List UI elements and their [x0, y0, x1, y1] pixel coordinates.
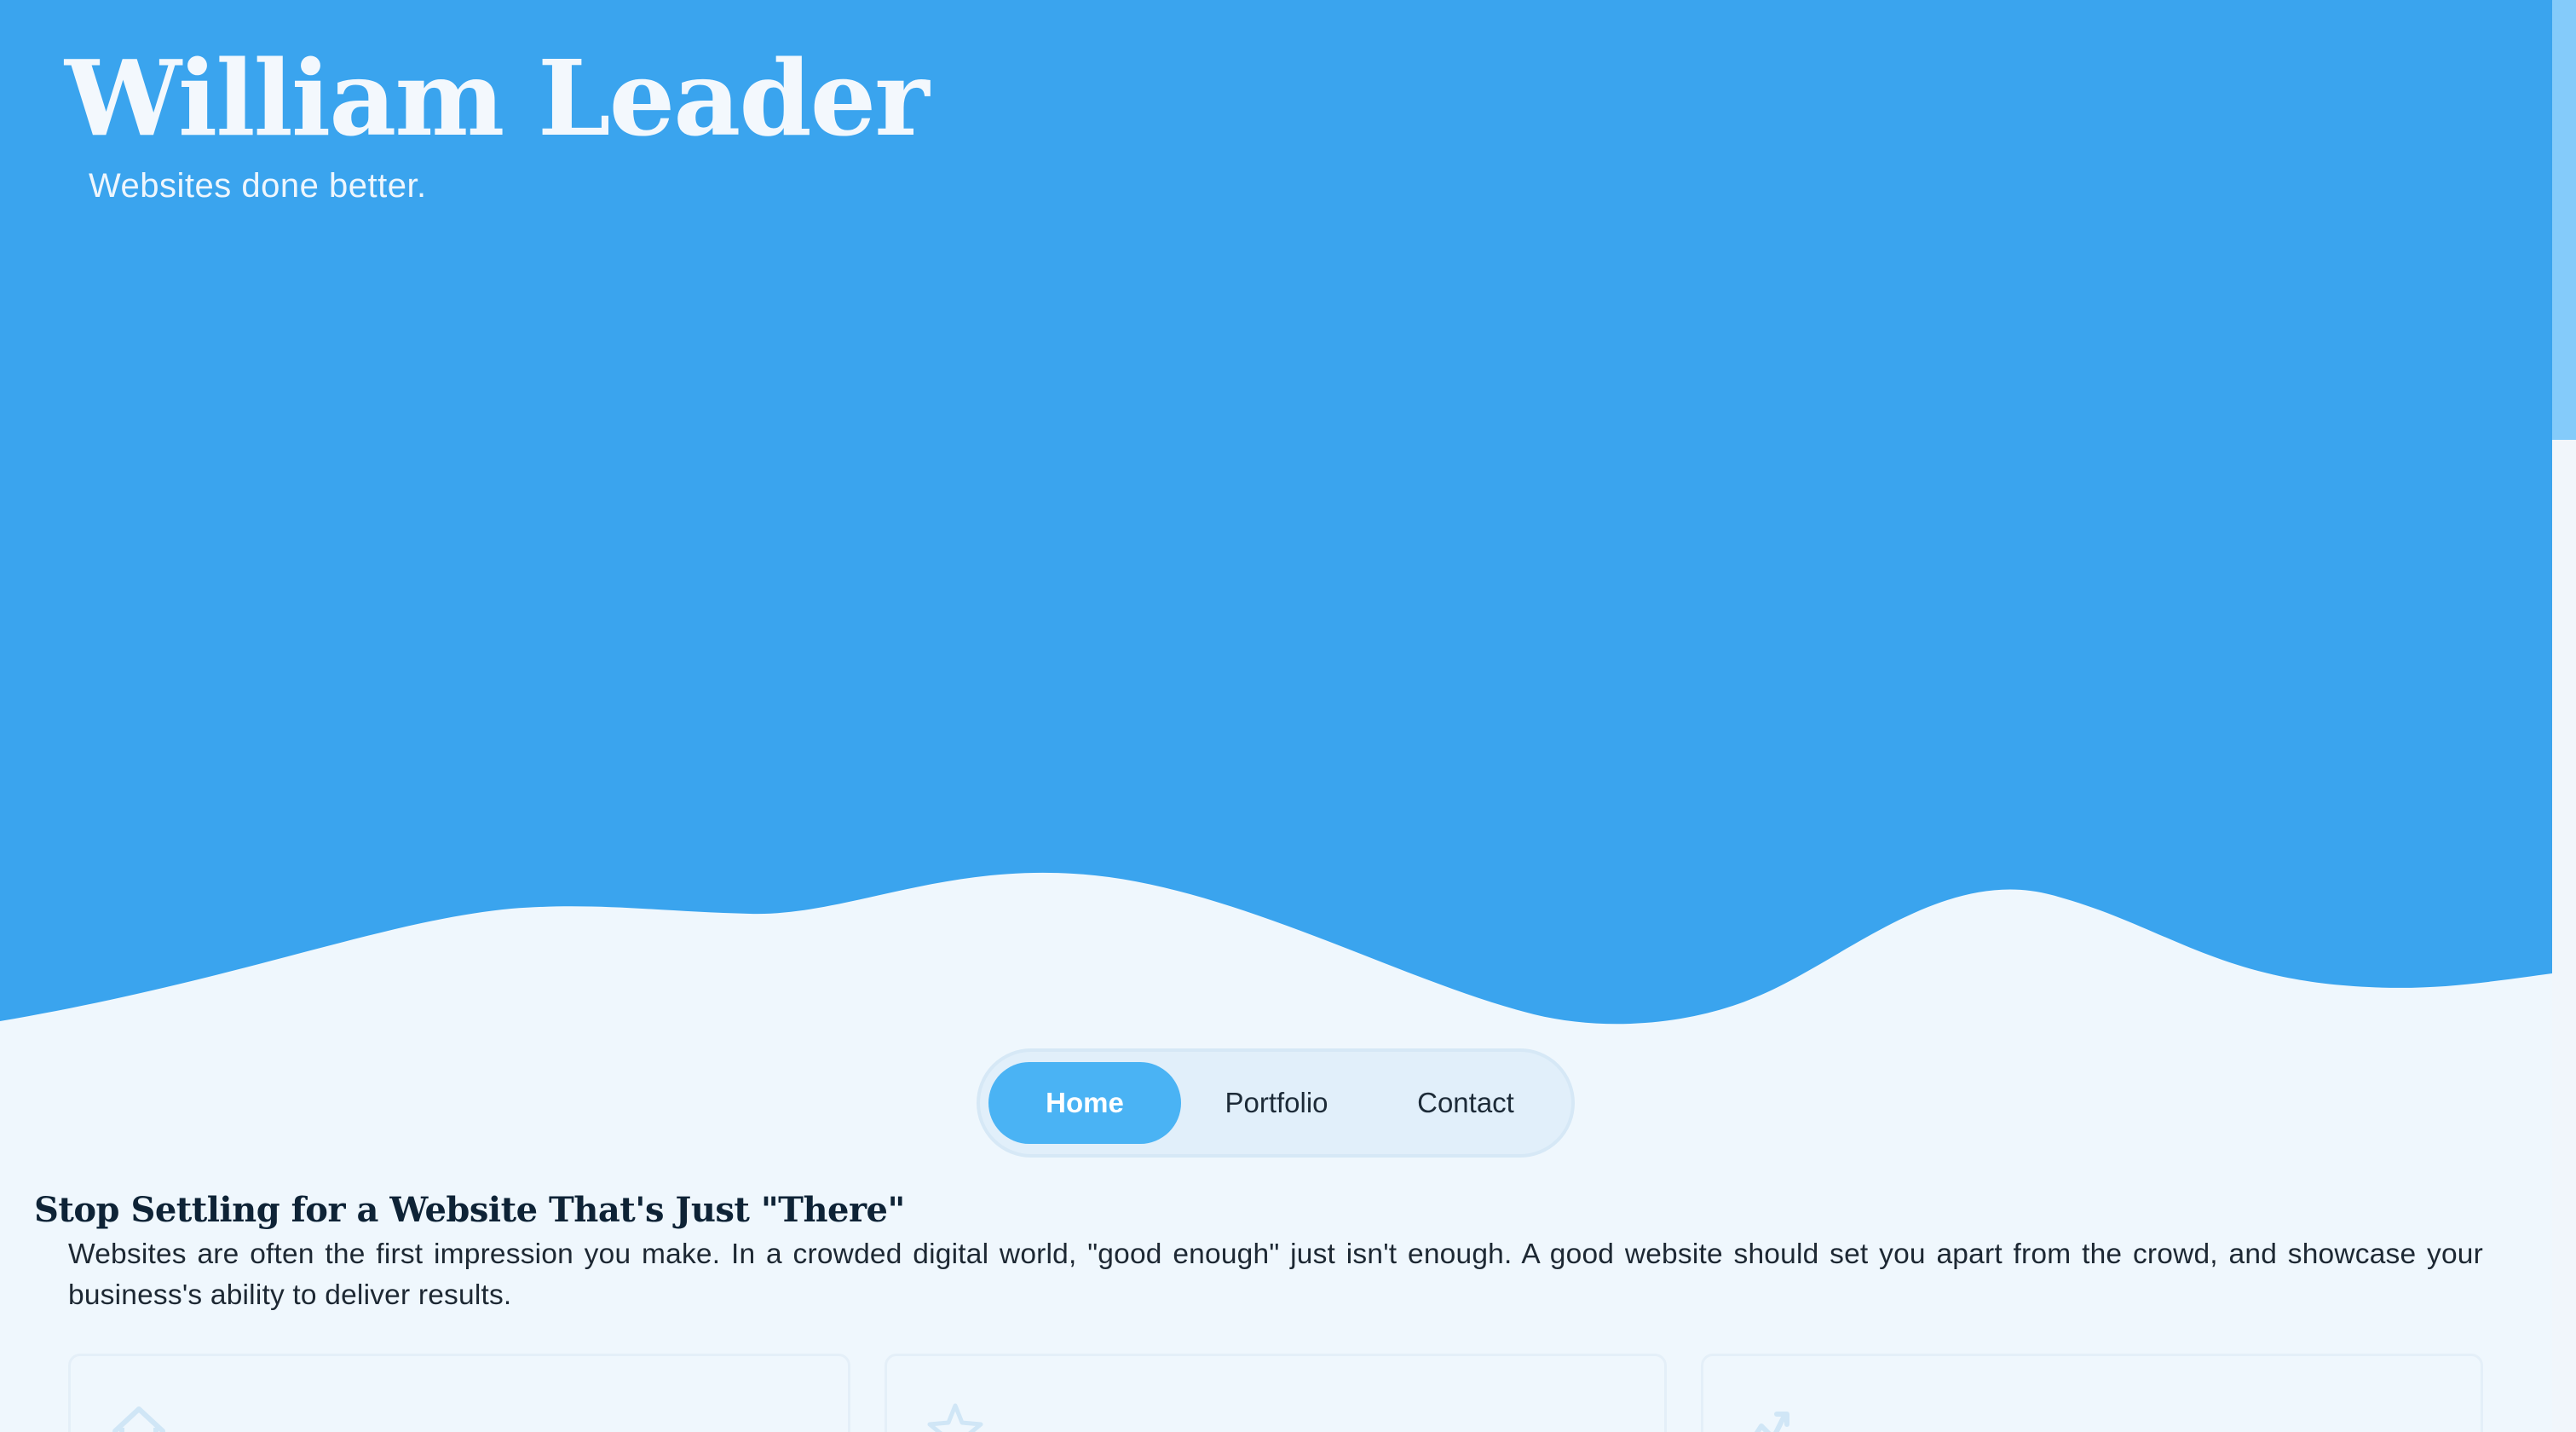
feature-card: [1701, 1354, 2483, 1432]
intro-paragraph: Websites are often the first impression …: [68, 1239, 2483, 1311]
page: William Leader Websites done better. Hom…: [0, 0, 2576, 1432]
main-navigation: Home Portfolio Contact: [977, 1048, 1575, 1158]
chart-icon: [1754, 1412, 1789, 1432]
nav-item-portfolio[interactable]: Portfolio: [1181, 1062, 1372, 1144]
site-tagline: Websites done better.: [89, 167, 427, 205]
site-title: William Leader: [65, 37, 930, 159]
scrollbar[interactable]: [2552, 0, 2576, 1432]
star-icon: [927, 1403, 983, 1432]
hero-banner: William Leader Websites done better.: [0, 0, 2552, 1031]
feature-card: [885, 1354, 1667, 1432]
feature-card: [68, 1354, 850, 1432]
nav-item-home[interactable]: Home: [988, 1062, 1181, 1144]
intro-heading: Stop Settling for a Website That's Just …: [34, 1190, 905, 1230]
nav-item-contact[interactable]: Contact: [1372, 1062, 1559, 1144]
home-icon: [112, 1406, 165, 1432]
scrollbar-thumb[interactable]: [2552, 0, 2576, 440]
